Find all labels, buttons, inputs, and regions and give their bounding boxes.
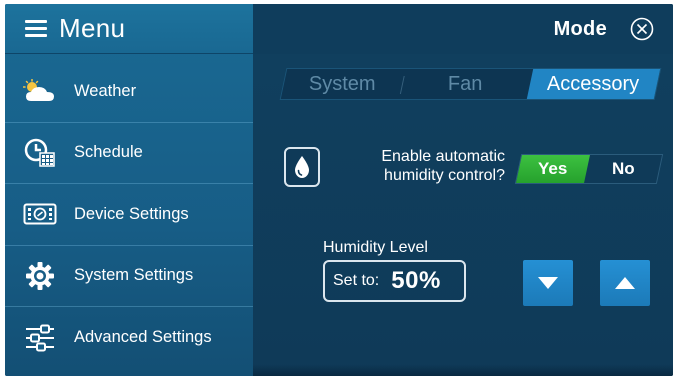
mode-panel: Mode System Fan Accessory Enable automat… [253,4,673,376]
setpoint-label: Set to: [333,272,380,289]
sidebar-item-advanced-settings[interactable]: Advanced Settings [5,307,253,369]
sidebar-item-device-settings[interactable]: Device Settings [5,184,253,246]
setpoint-value: 50% [391,267,441,294]
humidity-button[interactable] [284,147,320,187]
toggle-no-label: No [611,159,635,178]
tab-fan[interactable]: Fan [397,69,533,99]
sidebar-item-system-settings[interactable]: System Settings [5,246,253,307]
close-icon [630,17,654,41]
bottom-shadow [253,364,673,376]
gear-icon [22,261,58,291]
mode-tabs: System Fan Accessory [279,68,662,100]
weather-icon [22,76,58,106]
menu-header[interactable]: Menu [5,4,253,54]
humidity-setpoint: Set to: 50% [323,260,466,302]
sidebar-item-label: Advanced Settings [74,328,212,347]
enable-humidity-label: Enable automatic humidity control? [381,148,505,184]
tab-system[interactable]: System [281,69,403,99]
toggle-yes-label: Yes [538,159,568,178]
humidity-level-label: Humidity Level [323,239,428,256]
tab-label: Accessory [547,72,640,95]
tab-accessory[interactable]: Accessory [526,69,661,99]
thermostat-screen: Menu Weather Schedule Device Settings Sy… [5,4,673,376]
increase-button[interactable] [600,260,650,306]
page-title: Mode [553,17,607,40]
arrow-down-icon [538,277,558,289]
sidebar-item-label: Weather [74,81,137,100]
sidebar-item-schedule[interactable]: Schedule [5,123,253,184]
close-button[interactable] [629,16,655,42]
decrease-button[interactable] [523,260,573,306]
toggle-yes-button[interactable]: Yes [516,155,590,183]
sliders-icon [22,323,58,353]
menu-title: Menu [59,13,126,43]
panel-header: Mode [253,4,673,54]
toggle-no-button[interactable]: No [584,155,662,183]
sidebar-menu: Menu Weather Schedule Device Settings Sy… [5,4,253,376]
schedule-icon [22,138,58,168]
sidebar-item-label: Schedule [74,143,143,162]
sidebar-item-weather[interactable]: Weather [5,61,253,123]
device-settings-icon [22,199,58,229]
tab-label: Fan [447,72,483,95]
menu-list: Weather Schedule Device Settings System … [5,61,253,369]
hamburger-icon[interactable] [25,19,47,38]
sidebar-item-label: System Settings [74,266,194,285]
humidity-toggle[interactable]: Yes No [514,154,664,184]
arrow-up-icon [615,277,635,289]
water-drop-icon [295,156,309,178]
tab-label: System [308,72,376,95]
sidebar-item-label: Device Settings [74,204,189,223]
